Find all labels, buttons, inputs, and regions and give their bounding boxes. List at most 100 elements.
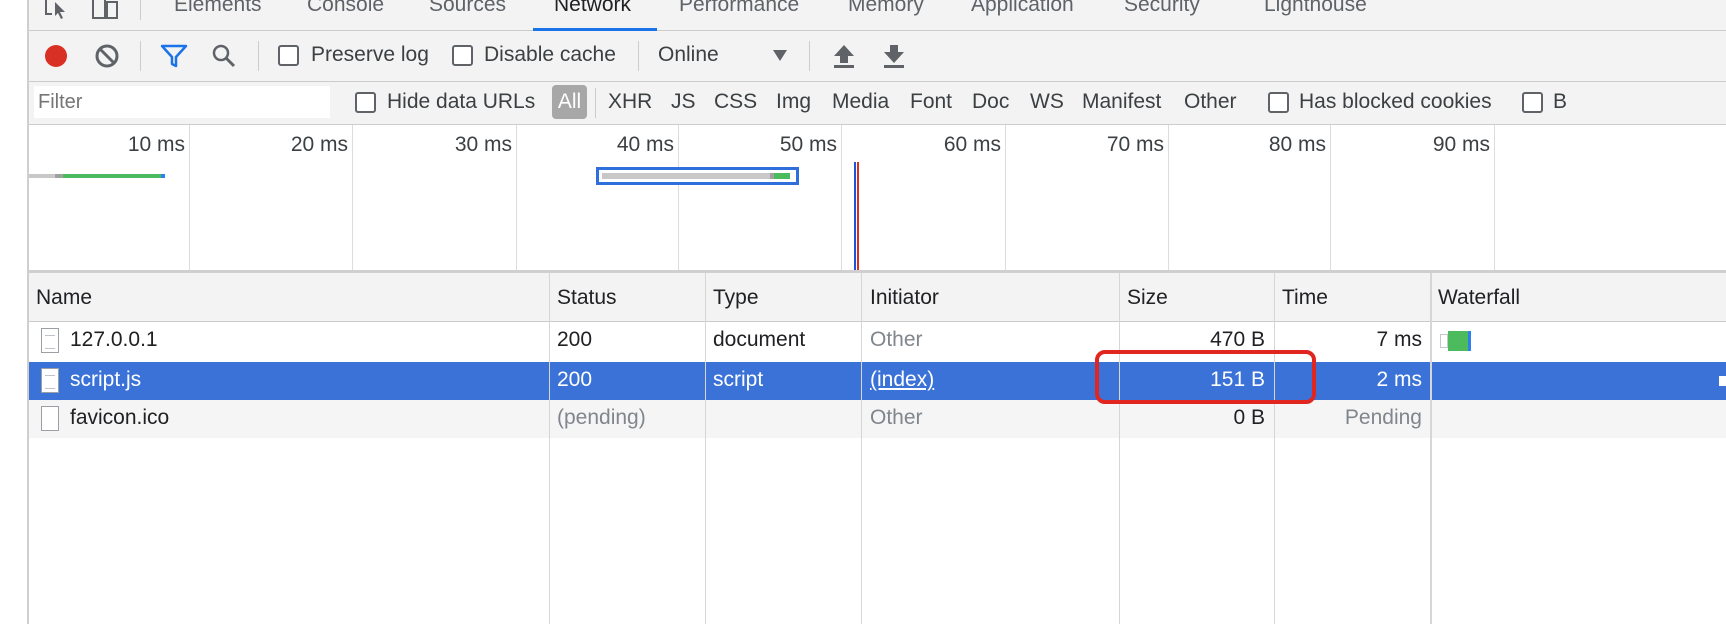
divider bbox=[140, 41, 141, 71]
filter-type-other[interactable]: Other bbox=[1184, 90, 1237, 114]
column-header-type[interactable]: Type bbox=[713, 286, 759, 310]
tab-security[interactable]: Security bbox=[1124, 0, 1200, 17]
request-time: 7 ms bbox=[1376, 328, 1422, 351]
overview-bar-waiting bbox=[29, 174, 55, 178]
disable-cache-label: Disable cache bbox=[484, 43, 616, 66]
overview-bar-ttfb bbox=[63, 174, 165, 178]
column-header-size[interactable]: Size bbox=[1127, 286, 1168, 310]
annotation-highlight-box bbox=[1095, 350, 1316, 404]
column-divider[interactable] bbox=[705, 273, 706, 624]
tab-sources[interactable]: Sources bbox=[429, 0, 506, 17]
tab-network[interactable]: Network bbox=[554, 0, 631, 17]
clear-icon[interactable] bbox=[94, 43, 120, 74]
filter-bar: Hide data URLs All XHR JS CSS Img Media … bbox=[29, 82, 1726, 125]
filter-type-ws[interactable]: WS bbox=[1030, 90, 1064, 114]
waterfall-bar-download bbox=[1468, 331, 1471, 351]
tick-label: 80 ms bbox=[1268, 133, 1326, 156]
filter-type-font[interactable]: Font bbox=[910, 90, 952, 114]
filter-type-xhr[interactable]: XHR bbox=[608, 90, 652, 114]
tab-elements[interactable]: Elements bbox=[174, 0, 262, 17]
column-header-status[interactable]: Status bbox=[557, 286, 617, 310]
column-header-initiator[interactable]: Initiator bbox=[870, 286, 939, 310]
filter-input[interactable] bbox=[34, 86, 330, 118]
tick-label: 30 ms bbox=[454, 133, 512, 156]
waterfall-bar-ttfb bbox=[1448, 331, 1468, 351]
request-name: 127.0.0.1 bbox=[70, 328, 158, 351]
network-toolbar: Preserve log Disable cache Online bbox=[29, 31, 1726, 82]
overview-bar-selected[interactable] bbox=[596, 167, 799, 185]
waterfall-bar bbox=[1719, 376, 1726, 386]
script-file-icon bbox=[41, 368, 59, 393]
request-status: (pending) bbox=[557, 406, 646, 429]
left-gutter bbox=[0, 0, 29, 624]
disable-cache-checkbox[interactable] bbox=[452, 45, 473, 66]
filter-type-all[interactable]: All bbox=[552, 85, 587, 119]
hide-data-urls-checkbox[interactable] bbox=[355, 92, 376, 113]
record-icon[interactable] bbox=[43, 43, 69, 74]
tick-label: 40 ms bbox=[616, 133, 674, 156]
overview-bar-waiting bbox=[602, 173, 770, 179]
request-size: 470 B bbox=[1210, 328, 1265, 351]
preserve-log-checkbox[interactable] bbox=[278, 45, 299, 66]
requests-table: Name Status Type Initiator Size Time Wat… bbox=[29, 273, 1726, 624]
overview-bar-ttfb bbox=[774, 173, 790, 179]
table-row[interactable]: 127.0.0.1 200 document Other 470 B 7 ms bbox=[29, 322, 1726, 360]
throttling-select[interactable]: Online bbox=[658, 43, 719, 67]
filter-type-manifest[interactable]: Manifest bbox=[1082, 90, 1161, 114]
column-divider[interactable] bbox=[1274, 273, 1275, 624]
table-row[interactable]: favicon.ico (pending) Other 0 B Pending bbox=[29, 400, 1726, 438]
divider bbox=[258, 41, 259, 71]
filter-type-doc[interactable]: Doc bbox=[972, 90, 1009, 114]
search-icon[interactable] bbox=[211, 43, 237, 74]
filter-icon[interactable] bbox=[160, 43, 188, 74]
column-header-waterfall[interactable]: Waterfall bbox=[1438, 286, 1520, 310]
grid-line bbox=[189, 125, 190, 271]
chevron-down-icon[interactable] bbox=[772, 48, 788, 67]
request-type: document bbox=[713, 328, 806, 351]
request-status: 200 bbox=[557, 328, 593, 351]
tick-label: 20 ms bbox=[290, 133, 348, 156]
tab-lighthouse[interactable]: Lighthouse bbox=[1264, 0, 1367, 17]
column-header-name[interactable]: Name bbox=[36, 286, 92, 310]
grid-line bbox=[1005, 125, 1006, 271]
filter-type-js[interactable]: JS bbox=[671, 90, 696, 114]
request-initiator-link[interactable]: (index) bbox=[870, 368, 934, 392]
column-divider[interactable] bbox=[1430, 273, 1432, 624]
filter-type-img[interactable]: Img bbox=[776, 90, 811, 114]
domcontentloaded-marker bbox=[854, 162, 856, 271]
request-type: script bbox=[713, 368, 764, 391]
tab-memory[interactable]: Memory bbox=[848, 0, 924, 17]
request-status: 200 bbox=[557, 368, 593, 391]
request-initiator: Other bbox=[870, 328, 923, 351]
request-name: favicon.ico bbox=[70, 406, 170, 429]
tab-performance[interactable]: Performance bbox=[679, 0, 799, 17]
hide-data-urls-label: Hide data URLs bbox=[387, 90, 536, 113]
filter-type-media[interactable]: Media bbox=[832, 90, 889, 114]
tab-application[interactable]: Application bbox=[971, 0, 1074, 17]
request-time: Pending bbox=[1344, 406, 1422, 429]
has-blocked-cookies-checkbox[interactable] bbox=[1268, 92, 1289, 113]
import-har-icon[interactable] bbox=[832, 43, 856, 74]
column-divider[interactable] bbox=[1119, 273, 1120, 624]
request-size: 0 B bbox=[1233, 406, 1265, 429]
waterfall-bar-waiting bbox=[1440, 334, 1448, 348]
tick-label: 70 ms bbox=[1106, 133, 1164, 156]
blocked-requests-checkbox[interactable] bbox=[1522, 92, 1543, 113]
device-toolbar-icon[interactable] bbox=[91, 0, 121, 25]
tab-console[interactable]: Console bbox=[307, 0, 384, 17]
document-file-icon bbox=[41, 328, 59, 353]
export-har-icon[interactable] bbox=[882, 43, 906, 74]
inspect-element-icon[interactable] bbox=[43, 0, 71, 25]
network-overview[interactable]: 10 ms 20 ms 30 ms 40 ms 50 ms 60 ms 70 m… bbox=[29, 125, 1726, 271]
column-divider[interactable] bbox=[861, 273, 862, 624]
column-divider[interactable] bbox=[549, 273, 550, 624]
column-header-time[interactable]: Time bbox=[1282, 286, 1328, 310]
blocked-requests-label: B bbox=[1553, 90, 1568, 113]
devtools-tab-bar: Elements Console Sources Network Perform… bbox=[29, 0, 1726, 31]
divider bbox=[809, 41, 810, 71]
request-name: script.js bbox=[70, 368, 142, 391]
blank-file-icon bbox=[41, 406, 59, 431]
table-row-selected[interactable]: script.js 200 script (index) 151 B 2 ms bbox=[29, 362, 1726, 400]
preserve-log-label: Preserve log bbox=[311, 43, 429, 66]
filter-type-css[interactable]: CSS bbox=[714, 90, 757, 114]
